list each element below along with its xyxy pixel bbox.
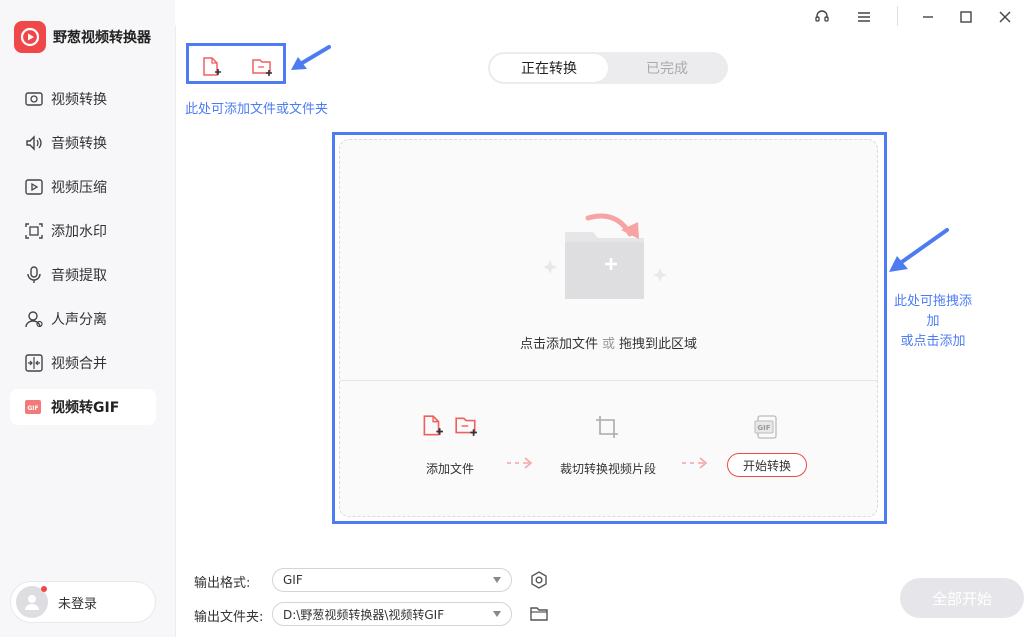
sidebar-item-audio-extract[interactable]: 音频提取 — [10, 257, 156, 293]
dropzone-divider — [340, 380, 877, 381]
step-add-file-label: 添加文件 — [425, 462, 474, 476]
sidebar-item-vocal-separate[interactable]: 人声分离 — [10, 301, 156, 337]
app-name: 野葱视频转换器 — [53, 30, 151, 46]
sidebar-item-video-convert[interactable]: 视频转换 — [10, 81, 156, 117]
sidebar-item-video-merge[interactable]: 视频合并 — [10, 345, 156, 381]
watermark-icon — [23, 220, 45, 242]
svg-text:GIF: GIF — [27, 405, 38, 412]
tab-switcher: 正在转换 已完成 — [488, 52, 728, 84]
menu-icon[interactable] — [851, 4, 877, 30]
step-add-folder-icon — [454, 414, 478, 438]
output-format-value: GIF — [283, 573, 303, 587]
titlebar-blank-area — [644, 0, 787, 38]
video-merge-icon — [23, 352, 45, 374]
output-folder-label: 输出文件夹: — [194, 610, 264, 625]
dropzone-text-or: 或 — [601, 337, 615, 352]
close-icon[interactable] — [992, 4, 1018, 30]
video-convert-icon — [23, 88, 45, 110]
audio-convert-icon — [23, 132, 45, 154]
sidebar-item-video-to-gif[interactable]: GIF 视频转GIF — [10, 389, 156, 425]
dropzone-text-click: 点击添加文件 — [519, 337, 598, 352]
format-settings-icon[interactable] — [529, 570, 549, 590]
annotation-right-hint: 此处可拖拽添加 或点击添加 — [893, 292, 973, 352]
annotation-arrow-right-icon — [889, 228, 949, 272]
sidebar-item-audio-convert[interactable]: 音频转换 — [10, 125, 156, 161]
output-format-select[interactable]: GIF — [272, 568, 512, 592]
chevron-down-icon — [493, 577, 501, 583]
crop-icon — [594, 414, 620, 440]
sidebar-item-label: 视频压缩 — [51, 180, 107, 196]
sidebar-item-label: 视频合并 — [51, 356, 107, 372]
titlebar-separator — [897, 6, 898, 26]
brand: 野葱视频转换器 — [14, 21, 151, 53]
maximize-icon[interactable] — [953, 4, 979, 30]
sidebar-divider — [175, 25, 176, 637]
vocal-separate-icon — [23, 308, 45, 330]
step-add-file-icon — [420, 414, 444, 438]
output-folder-select[interactable]: D:\野葱视频转换器\视频转GIF — [272, 602, 512, 626]
annotation-arrow-top-icon — [291, 45, 331, 70]
app-logo-icon — [14, 21, 46, 53]
sidebar-item-label: 音频提取 — [51, 268, 107, 284]
sidebar-item-label: 添加水印 — [51, 224, 107, 240]
output-format-label: 输出格式: — [194, 576, 251, 591]
folder-add-illustration-icon — [543, 213, 667, 299]
output-folder-value: D:\野葱视频转换器\视频转GIF — [283, 607, 445, 622]
step-arrow-1-icon — [507, 457, 533, 469]
sidebar-item-label: 视频转换 — [51, 92, 107, 108]
chevron-down-icon — [493, 611, 501, 617]
open-folder-icon[interactable] — [529, 604, 549, 624]
minimize-icon[interactable] — [915, 4, 941, 30]
support-headset-icon[interactable] — [809, 4, 835, 30]
gif-icon: GIF — [23, 396, 45, 418]
gif-file-icon: GIF — [753, 414, 779, 440]
video-compress-icon — [23, 176, 45, 198]
tab-converting[interactable]: 正在转换 — [490, 54, 608, 82]
start-convert-button[interactable]: 开始转换 — [727, 453, 807, 477]
audio-extract-icon — [23, 264, 45, 286]
notification-dot — [41, 586, 47, 592]
sidebar-item-label: 视频转GIF — [51, 400, 120, 416]
sidebar-item-label: 人声分离 — [51, 312, 107, 328]
start-all-button[interactable]: 全部开始 — [900, 578, 1024, 618]
sidebar-item-watermark[interactable]: 添加水印 — [10, 213, 156, 249]
dropzone-text-drag: 拖拽到此区域 — [619, 337, 698, 352]
add-file-icon[interactable] — [199, 55, 223, 79]
annotation-top-hint: 此处可添加文件或文件夹 — [185, 102, 329, 117]
add-folder-icon[interactable] — [250, 55, 274, 79]
step-crop-label: 裁切转换视频片段 — [559, 462, 656, 476]
sidebar-item-video-compress[interactable]: 视频压缩 — [10, 169, 156, 205]
login-button[interactable]: 未登录 — [10, 581, 156, 623]
annotation-right-hint-line1: 此处可拖拽添加 — [893, 294, 972, 329]
sidebar-item-label: 音频转换 — [51, 136, 107, 152]
step-arrow-2-icon — [682, 457, 708, 469]
login-status: 未登录 — [58, 596, 98, 612]
tab-completed[interactable]: 已完成 — [608, 54, 726, 82]
annotation-right-hint-line2: 或点击添加 — [900, 334, 966, 349]
avatar — [16, 586, 48, 618]
dropzone-instruction: 点击添加文件或拖拽到此区域 — [340, 333, 877, 352]
svg-text:GIF: GIF — [757, 424, 770, 432]
